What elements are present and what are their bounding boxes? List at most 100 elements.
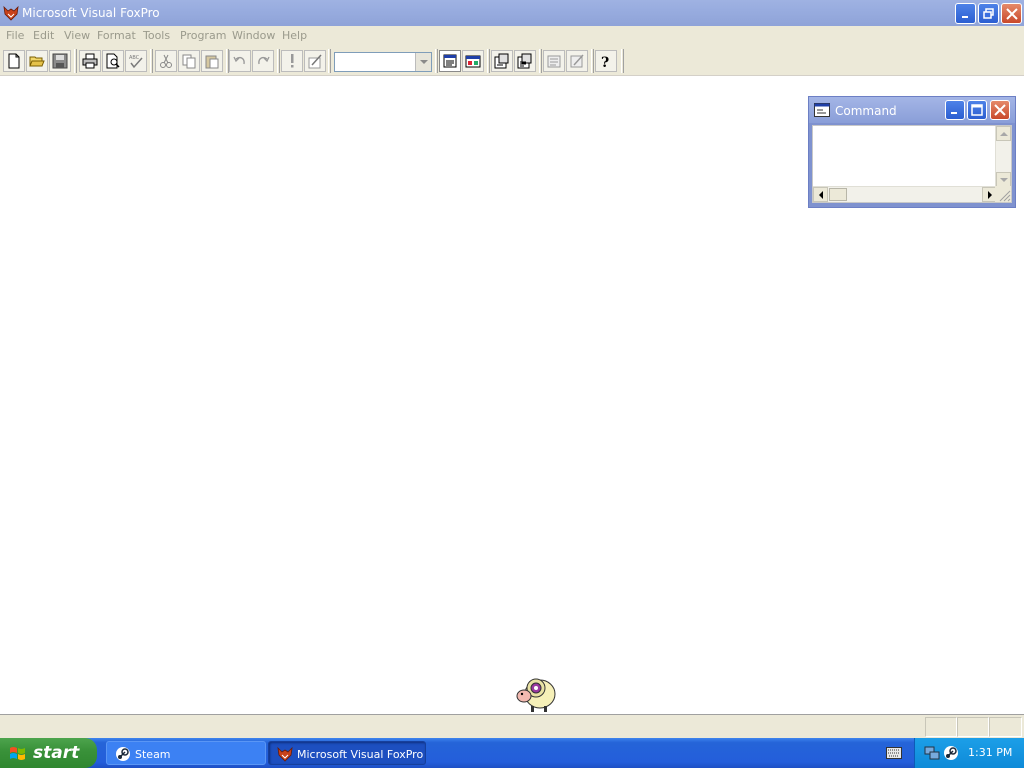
status-panel xyxy=(957,717,989,737)
toolbar-separator xyxy=(277,49,280,73)
new-button[interactable] xyxy=(3,50,25,72)
command-window-icon xyxy=(443,54,457,68)
command-window-icon xyxy=(814,103,830,117)
copy-button[interactable] xyxy=(178,50,200,72)
minimize-button[interactable] xyxy=(955,3,976,24)
taskbar-label-foxpro: Microsoft Visual FoxPro xyxy=(297,748,424,761)
run-button[interactable] xyxy=(281,50,303,72)
toolbar-separator xyxy=(435,49,438,73)
network-icon[interactable] xyxy=(924,745,940,761)
command-window-title-bar[interactable]: Command xyxy=(809,97,1015,123)
print-preview-icon xyxy=(106,53,120,69)
database-combo[interactable] xyxy=(334,52,432,72)
save-button[interactable] xyxy=(49,50,71,72)
horizontal-scrollbar[interactable] xyxy=(813,186,997,202)
start-label: start xyxy=(33,743,80,763)
svg-text:?: ? xyxy=(601,55,609,69)
title-bar[interactable]: Microsoft Visual FoxPro xyxy=(0,0,1024,26)
command-minimize-button[interactable] xyxy=(945,100,965,120)
menu-format[interactable]: Format xyxy=(97,29,136,42)
print-button[interactable] xyxy=(79,50,101,72)
print-preview-button[interactable] xyxy=(102,50,124,72)
menu-bar: File Edit View Format Tools Program Wind… xyxy=(0,26,1024,46)
report-designer-button[interactable] xyxy=(514,50,536,72)
toolbar-separator xyxy=(150,49,153,73)
cut-icon xyxy=(160,54,172,68)
help-button[interactable]: ? xyxy=(595,50,617,72)
menu-window[interactable]: Window xyxy=(232,29,275,42)
foxpro-icon xyxy=(277,746,293,762)
help-icon: ? xyxy=(601,55,609,69)
scroll-left-button[interactable] xyxy=(813,187,828,202)
taskbar-button-foxpro[interactable]: Microsoft Visual FoxPro xyxy=(268,741,426,765)
foxpro-icon xyxy=(3,5,19,21)
report-designer-icon xyxy=(517,53,532,69)
command-maximize-button[interactable] xyxy=(967,100,987,120)
open-folder-icon xyxy=(29,56,45,67)
restore-button[interactable] xyxy=(978,3,999,24)
menu-file[interactable]: File xyxy=(6,29,24,42)
cut-button[interactable] xyxy=(155,50,177,72)
open-button[interactable] xyxy=(26,50,48,72)
resize-grip[interactable] xyxy=(995,186,1011,202)
taskbar: start Steam Microsoft Visual FoxPro 1:31… xyxy=(0,738,1024,768)
arrow-left-icon xyxy=(819,191,823,199)
start-button[interactable]: start xyxy=(0,738,97,768)
resize-grip-icon xyxy=(999,190,1011,202)
menu-help[interactable]: Help xyxy=(282,29,307,42)
view-window-button[interactable] xyxy=(462,50,484,72)
toolbar-separator xyxy=(328,49,331,73)
sheep-mascot-icon[interactable] xyxy=(514,672,558,714)
toolbar-separator xyxy=(539,49,542,73)
status-panel xyxy=(925,717,957,737)
steam-icon[interactable] xyxy=(943,745,959,761)
vertical-scrollbar[interactable] xyxy=(995,126,1011,187)
restore-icon xyxy=(983,8,994,19)
menu-tools[interactable]: Tools xyxy=(143,29,170,42)
command-input-area[interactable] xyxy=(812,125,1012,203)
menu-program[interactable]: Program xyxy=(180,29,226,42)
command-window-title: Command xyxy=(835,104,897,118)
command-window[interactable]: Command xyxy=(808,96,1016,208)
scroll-down-button[interactable] xyxy=(996,172,1011,187)
command-close-button[interactable] xyxy=(990,100,1010,120)
copy-icon xyxy=(182,54,196,69)
new-file-icon xyxy=(8,53,20,69)
undo-button[interactable] xyxy=(229,50,251,72)
form-designer-button[interactable] xyxy=(491,50,513,72)
arrow-down-icon xyxy=(1000,178,1008,182)
chevron-down-icon[interactable] xyxy=(415,53,431,71)
windows-flag-icon xyxy=(10,747,25,760)
window-title: Microsoft Visual FoxPro xyxy=(22,6,160,20)
arrow-up-icon xyxy=(1000,132,1008,136)
toolbar-separator xyxy=(487,49,490,73)
taskbar-button-steam[interactable]: Steam xyxy=(106,741,266,765)
spelling-button[interactable]: ABC xyxy=(125,50,147,72)
form-wizard-icon xyxy=(547,55,561,68)
redo-button[interactable] xyxy=(252,50,274,72)
form-designer-icon xyxy=(494,53,509,69)
command-window-button[interactable] xyxy=(439,50,461,72)
keyboard-icon[interactable] xyxy=(886,747,902,759)
system-tray: 1:31 PM xyxy=(914,738,1024,768)
status-bar xyxy=(0,714,1024,738)
report-wizard-button[interactable] xyxy=(566,50,588,72)
form-wizard-button[interactable] xyxy=(543,50,565,72)
status-panel xyxy=(989,717,1022,737)
modify-form-icon xyxy=(308,54,322,69)
scroll-up-button[interactable] xyxy=(996,126,1011,141)
standard-toolbar: ABC ? xyxy=(0,46,1024,76)
paste-button[interactable] xyxy=(201,50,223,72)
toolbar-end xyxy=(621,49,624,73)
close-button[interactable] xyxy=(1001,3,1022,24)
run-icon xyxy=(291,54,294,68)
menu-edit[interactable]: Edit xyxy=(33,29,54,42)
print-icon xyxy=(82,53,98,69)
svg-text:ABC: ABC xyxy=(129,55,140,61)
menu-view[interactable]: View xyxy=(64,29,90,42)
undo-icon xyxy=(233,56,245,65)
modify-form-button[interactable] xyxy=(304,50,326,72)
maximize-icon xyxy=(971,104,983,116)
clock[interactable]: 1:31 PM xyxy=(968,746,1012,759)
horizontal-scroll-thumb[interactable] xyxy=(829,188,847,201)
